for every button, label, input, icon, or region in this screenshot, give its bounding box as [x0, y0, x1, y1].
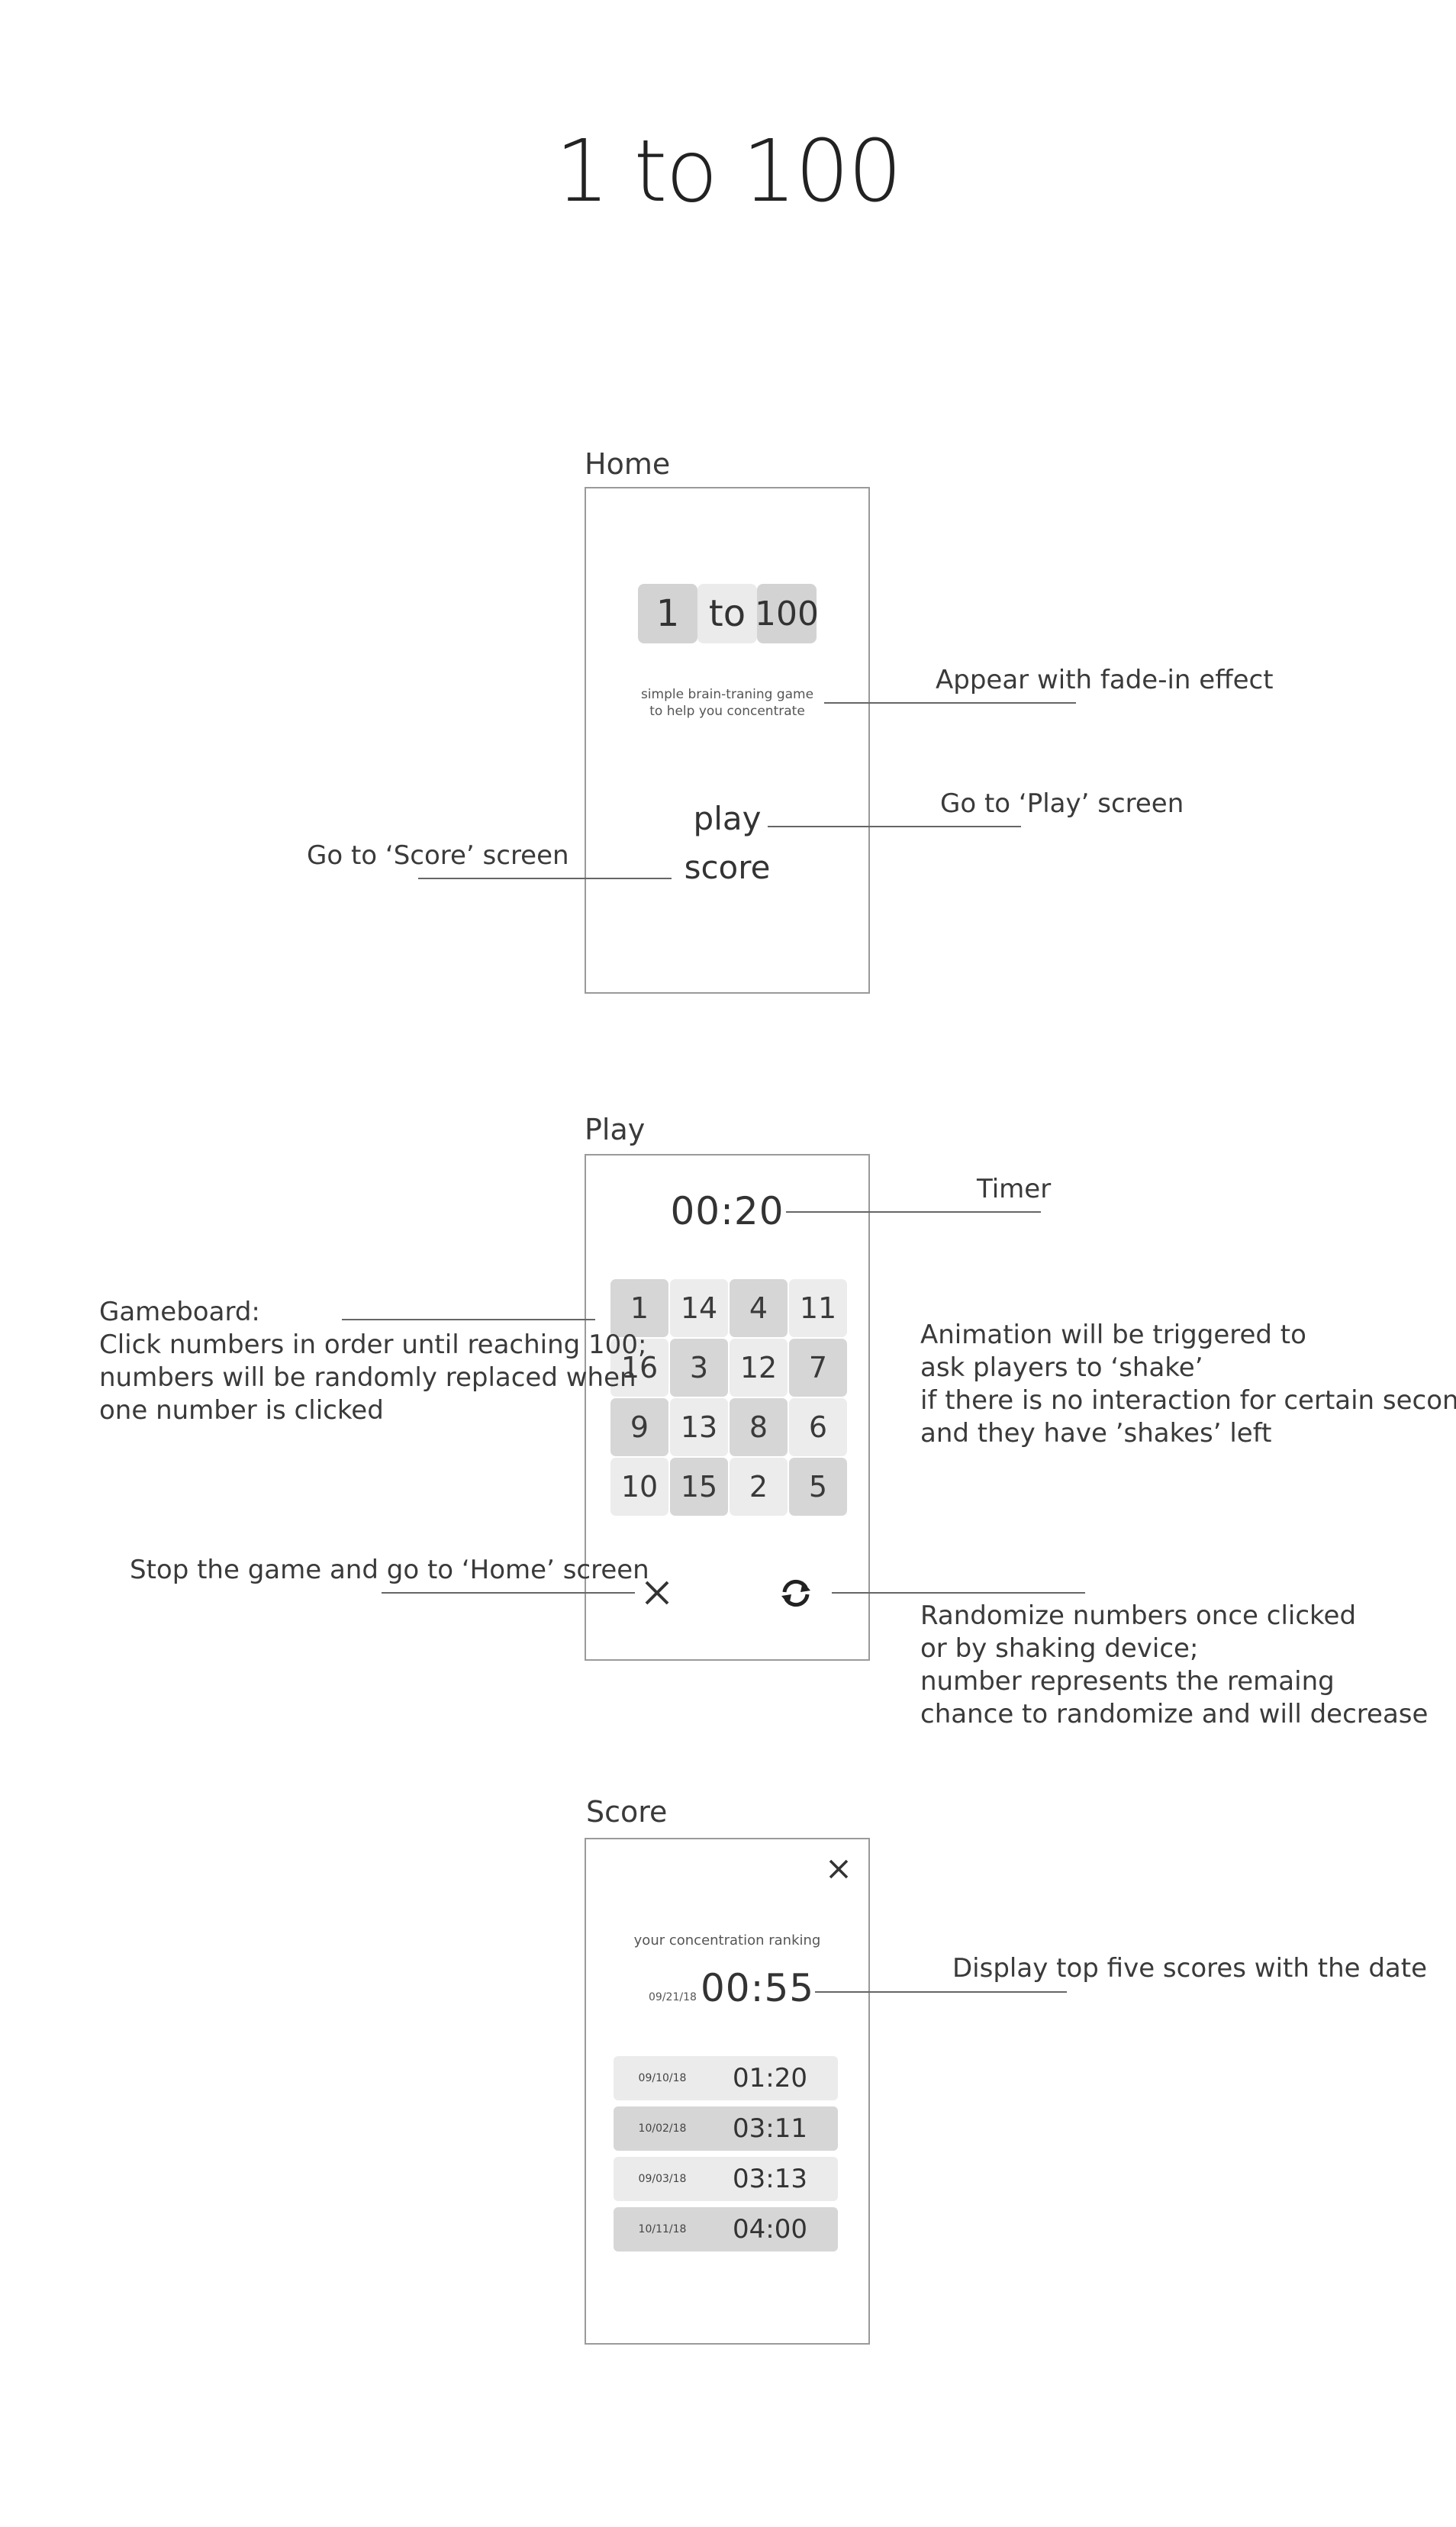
- grid-cell[interactable]: 11: [789, 1279, 847, 1337]
- gameboard-note: Gameboard: Click numbers in order until …: [99, 1296, 646, 1427]
- score-row-time: 03:13: [733, 2164, 807, 2194]
- play-note: Go to ‘Play’ screen: [940, 788, 1184, 819]
- score-row: 10/11/18 04:00: [614, 2207, 838, 2251]
- grid-cell[interactable]: 6: [789, 1398, 847, 1456]
- score-list: 09/10/18 01:20 10/02/18 03:11 09/03/18 03:13 1…: [614, 2056, 838, 2258]
- tagline-line1: simple brain-traning game: [640, 687, 814, 702]
- grid-cell[interactable]: 14: [670, 1279, 728, 1337]
- tagline-line2: to help you concentrate: [649, 704, 805, 719]
- randomize-note: Randomize numbers once clicked or by sha…: [920, 1600, 1428, 1731]
- score-row-date: 10/11/18: [638, 2223, 687, 2235]
- grid-cell[interactable]: 13: [670, 1398, 728, 1456]
- randomize-note-line2: or by shaking device;: [920, 1633, 1199, 1664]
- score-row-date: 10/02/18: [638, 2122, 687, 2135]
- timer-connector: [786, 1211, 1041, 1213]
- gameboard-note-line4: one number is clicked: [99, 1395, 384, 1426]
- stop-note: Stop the game and go to ‘Home’ screen: [130, 1555, 649, 1585]
- fade-connector: [824, 702, 1076, 704]
- score-link[interactable]: score: [585, 849, 870, 886]
- randomize-note-line1: Randomize numbers once clicked: [920, 1600, 1357, 1631]
- randomize-note-line4: chance to randomize and will decrease: [920, 1699, 1429, 1729]
- top-score-time: 00:55: [701, 1966, 815, 2010]
- randomize-note-line3: number represents the remaing: [920, 1666, 1335, 1697]
- score-row: 09/03/18 03:13: [614, 2157, 838, 2201]
- stop-connector: [382, 1592, 635, 1594]
- score-note: Go to ‘Score’ screen: [307, 840, 569, 871]
- close-icon[interactable]: [823, 1853, 855, 1885]
- score-row-time: 01:20: [733, 2063, 807, 2093]
- score-row-time: 03:11: [733, 2113, 807, 2144]
- score-row-date: 09/03/18: [638, 2173, 687, 2185]
- top-scores-note: Display top five scores with the date: [952, 1953, 1428, 1984]
- shake-note: Animation will be triggered to ask playe…: [920, 1319, 1456, 1450]
- score-row-date: 09/10/18: [638, 2072, 687, 2084]
- grid-cell[interactable]: 15: [670, 1458, 728, 1516]
- logo-one: 1: [638, 584, 697, 643]
- score-connector: [418, 878, 672, 879]
- play-screen-label: Play: [585, 1113, 646, 1146]
- randomize-connector: [832, 1592, 1085, 1594]
- grid-cell[interactable]: 10: [610, 1458, 668, 1516]
- shake-note-line1: Animation will be triggered to: [920, 1320, 1306, 1350]
- score-row-time: 04:00: [733, 2214, 807, 2245]
- grid-cell[interactable]: 2: [730, 1458, 788, 1516]
- gameboard-note-line1: Gameboard:: [99, 1297, 260, 1327]
- play-connector: [768, 826, 1021, 827]
- score-row: 10/02/18 03:11: [614, 2106, 838, 2151]
- score-connector-right: [815, 1991, 1067, 1993]
- gameboard-note-line2: Click numbers in order until reaching 10…: [99, 1330, 647, 1360]
- grid-cell[interactable]: 12: [730, 1339, 788, 1397]
- logo-hundred: 100: [755, 584, 819, 643]
- shake-note-line2: ask players to ‘shake’: [920, 1352, 1203, 1383]
- home-screen-label: Home: [585, 447, 671, 481]
- timer-note: Timer: [977, 1174, 1052, 1204]
- grid-cell[interactable]: 7: [789, 1339, 847, 1397]
- grid-cell[interactable]: 4: [730, 1279, 788, 1337]
- fade-note: Appear with fade-in effect: [936, 665, 1274, 695]
- page-title: 1 to 100: [555, 122, 903, 221]
- play-link[interactable]: play: [585, 800, 870, 837]
- home-phone-frame: [585, 487, 870, 994]
- refresh-icon[interactable]: [775, 1572, 817, 1613]
- shake-note-line3: if there is no interaction for certain s…: [920, 1385, 1456, 1416]
- shake-note-line4: and they have ’shakes’ left: [920, 1418, 1272, 1449]
- top-score-date: 09/21/18: [649, 1991, 697, 2003]
- gameboard-note-line3: numbers will be randomly replaced when: [99, 1362, 636, 1393]
- score-row: 09/10/18 01:20: [614, 2056, 838, 2100]
- ranking-caption: your concentration ranking: [633, 1932, 821, 1948]
- logo-to: to: [697, 584, 757, 643]
- score-screen-label: Score: [586, 1795, 668, 1829]
- grid-cell[interactable]: 5: [789, 1458, 847, 1516]
- grid-cell[interactable]: 8: [730, 1398, 788, 1456]
- grid-cell[interactable]: 3: [670, 1339, 728, 1397]
